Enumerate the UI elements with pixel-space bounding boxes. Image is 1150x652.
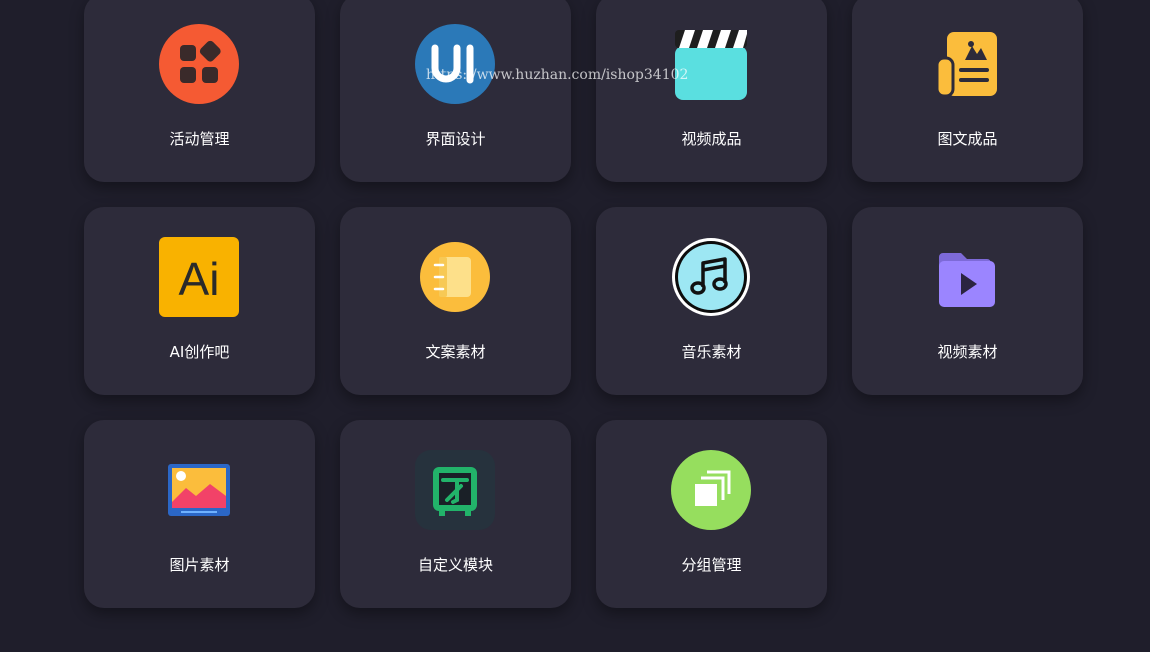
card-label: 自定义模块	[417, 556, 493, 574]
group-layers-icon	[671, 450, 751, 530]
music-note-icon	[671, 237, 751, 317]
card-graphic-finished[interactable]: 图文成品	[852, 0, 1083, 182]
svg-text:Ai: Ai	[179, 253, 220, 305]
card-group-management[interactable]: 分组管理	[596, 420, 827, 608]
image-picture-icon	[159, 450, 239, 530]
module-grid-page: 活动管理 界面设计 视频成品 图文成品 Ai AI创作吧 文案素材 音乐素材 视…	[0, 0, 1150, 652]
card-label: 文案素材	[425, 343, 486, 361]
card-custom-module[interactable]: 自定义模块	[340, 420, 571, 608]
card-video-finished[interactable]: 视频成品	[596, 0, 827, 182]
card-activity-management[interactable]: 活动管理	[84, 0, 315, 182]
card-label: AI创作吧	[169, 343, 230, 361]
card-label: 音乐素材	[681, 343, 742, 361]
apps-grid-icon	[159, 24, 239, 104]
ai-logo-icon: Ai	[159, 237, 239, 317]
notebook-icon	[415, 237, 495, 317]
card-music-material[interactable]: 音乐素材	[596, 207, 827, 395]
card-label: 视频素材	[937, 343, 998, 361]
card-label: 分组管理	[681, 556, 742, 574]
card-label: 图文成品	[937, 130, 998, 148]
card-image-material[interactable]: 图片素材	[84, 420, 315, 608]
video-folder-icon	[927, 237, 1007, 317]
card-ui-design[interactable]: 界面设计	[340, 0, 571, 182]
card-label: 界面设计	[425, 130, 486, 148]
card-video-material[interactable]: 视频素材	[852, 207, 1083, 395]
card-label: 图片素材	[169, 556, 230, 574]
card-ai-creation[interactable]: Ai AI创作吧	[84, 207, 315, 395]
card-copywriting-material[interactable]: 文案素材	[340, 207, 571, 395]
custom-module-icon	[415, 450, 495, 530]
card-label: 视频成品	[681, 130, 742, 148]
ui-design-icon	[415, 24, 495, 104]
clapperboard-icon	[671, 24, 751, 104]
card-label: 活动管理	[169, 130, 230, 148]
newspaper-icon	[927, 24, 1007, 104]
